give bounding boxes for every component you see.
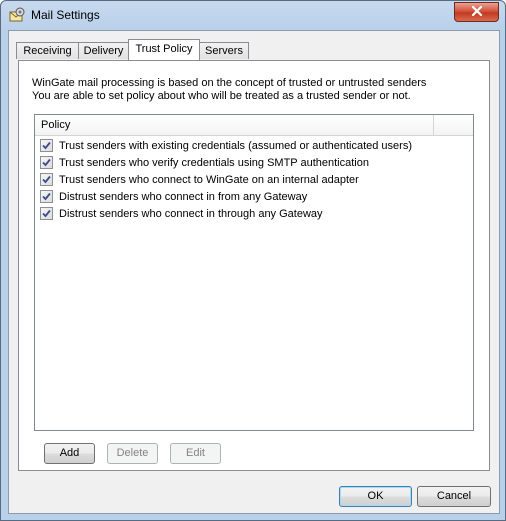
policy-label: Distrust senders who connect in through … — [59, 207, 323, 220]
cancel-button[interactable]: Cancel — [417, 486, 491, 507]
list-item[interactable]: Trust senders with existing credentials … — [35, 137, 473, 154]
checkmark-icon — [42, 158, 51, 167]
close-button[interactable] — [454, 2, 499, 22]
checkmark-icon — [42, 209, 51, 218]
ok-button[interactable]: OK — [339, 486, 412, 507]
list-item[interactable]: Distrust senders who connect in through … — [35, 205, 473, 222]
tab-label: Trust Policy — [135, 43, 193, 55]
policy-checkbox[interactable] — [40, 156, 53, 169]
policy-description: WinGate mail processing is based on the … — [32, 77, 426, 103]
title-bar[interactable]: Mail Settings — [1, 1, 505, 30]
policy-checkbox[interactable] — [40, 139, 53, 152]
policy-checkbox[interactable] — [40, 207, 53, 220]
tab-trust-policy[interactable]: Trust Policy — [128, 39, 200, 60]
edit-button[interactable]: Edit — [170, 443, 221, 464]
mail-settings-icon — [9, 7, 25, 23]
policy-rows: Trust senders with existing credentials … — [35, 137, 473, 222]
checkmark-icon — [42, 192, 51, 201]
list-item[interactable]: Trust senders who verify credentials usi… — [35, 154, 473, 171]
list-item[interactable]: Trust senders who connect to WinGate on … — [35, 171, 473, 188]
tab-label: Receiving — [23, 45, 72, 57]
checkmark-icon — [42, 175, 51, 184]
policy-list[interactable]: Policy Trust senders with existing crede… — [34, 114, 474, 431]
add-button[interactable]: Add — [44, 443, 95, 464]
tab-servers[interactable]: Servers — [199, 42, 249, 59]
description-line-2: You are able to set policy about who wil… — [32, 90, 411, 102]
window-title: Mail Settings — [31, 8, 100, 22]
trust-policy-panel: WinGate mail processing is based on the … — [18, 60, 490, 471]
dialog-client-area: Receiving Delivery Trust Policy Servers … — [8, 30, 500, 514]
policy-label: Distrust senders who connect in from any… — [59, 190, 308, 203]
close-icon — [471, 5, 483, 19]
mail-settings-window: Mail Settings Receiving Delivery Trust P… — [0, 0, 506, 521]
tab-receiving[interactable]: Receiving — [16, 42, 79, 59]
delete-button[interactable]: Delete — [107, 443, 158, 464]
checkmark-icon — [42, 141, 51, 150]
policy-list-header: Policy — [35, 115, 473, 136]
list-item[interactable]: Distrust senders who connect in from any… — [35, 188, 473, 205]
description-line-1: WinGate mail processing is based on the … — [32, 77, 427, 89]
policy-label: Trust senders who verify credentials usi… — [59, 156, 369, 169]
policy-checkbox[interactable] — [40, 190, 53, 203]
tab-label: Delivery — [83, 45, 124, 57]
policy-label: Trust senders who connect to WinGate on … — [59, 173, 359, 186]
policy-checkbox[interactable] — [40, 173, 53, 186]
column-header-policy[interactable]: Policy — [35, 115, 434, 135]
policy-label: Trust senders with existing credentials … — [59, 139, 412, 152]
tab-delivery[interactable]: Delivery — [78, 42, 129, 59]
tab-label: Servers — [205, 45, 243, 57]
